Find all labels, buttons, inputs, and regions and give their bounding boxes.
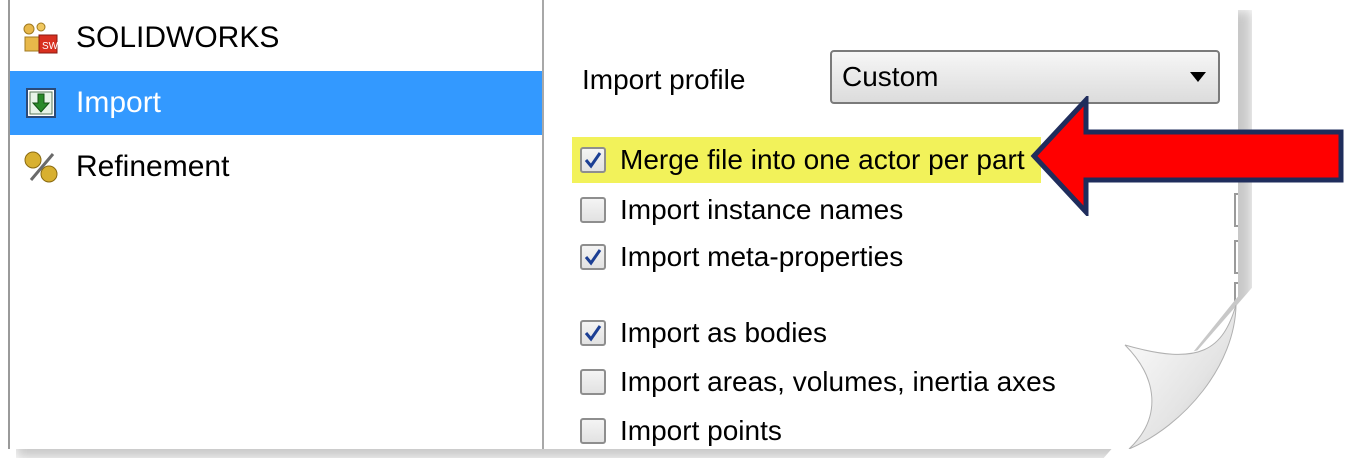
svg-text:SW: SW [42,41,59,52]
checkbox-unchecked[interactable] [580,197,606,223]
solidworks-icon: SW [20,21,62,55]
option-label: Import meta-properties [620,241,904,272]
option-import-as-bodies[interactable]: Import as bodies [580,310,827,356]
tree-item-label: Import [76,86,162,119]
cropped-checkbox [1234,240,1238,274]
option-import-meta-properties[interactable]: Import meta-properties [580,234,903,280]
import-profile-label: Import profile [582,64,746,95]
checkbox-unchecked[interactable] [580,418,606,444]
tree-item-refinement[interactable]: Refinement [10,135,542,199]
refinement-icon [20,150,62,184]
options-tree: SW SOLIDWORKS Import Refinement [10,0,544,449]
option-import-points[interactable]: Import points [580,408,782,449]
option-label: Merge file into one actor per part [620,144,1025,175]
option-label: Import as bodies [620,317,827,348]
tree-item-solidworks[interactable]: SW SOLIDWORKS [10,6,542,70]
checkbox-checked[interactable] [580,147,606,173]
chevron-down-icon [1190,72,1206,82]
option-label: Import points [620,415,782,446]
checkbox-checked[interactable] [580,320,606,346]
checkbox-unchecked[interactable] [580,369,606,395]
tree-item-label: Refinement [76,150,230,183]
tree-item-import[interactable]: Import [10,71,542,135]
option-merge-file[interactable]: Merge file into one actor per part [572,137,1041,183]
option-import-instance-names[interactable]: Import instance names [580,187,903,233]
import-icon [20,86,62,120]
options-dialog: SW SOLIDWORKS Import Refinement Import p… [8,0,1238,449]
callout-arrow-icon [1030,96,1344,216]
checkbox-checked[interactable] [580,244,606,270]
option-label: Import areas, volumes, inertia axes [620,366,1056,397]
option-import-areas-volumes[interactable]: Import areas, volumes, inertia axes [580,359,1056,405]
tree-item-label: SOLIDWORKS [76,21,280,54]
import-profile-value: Custom [842,61,939,92]
import-options-panel: Import profile Custom Merge file into on… [544,0,1238,449]
option-label: Import instance names [620,194,904,225]
